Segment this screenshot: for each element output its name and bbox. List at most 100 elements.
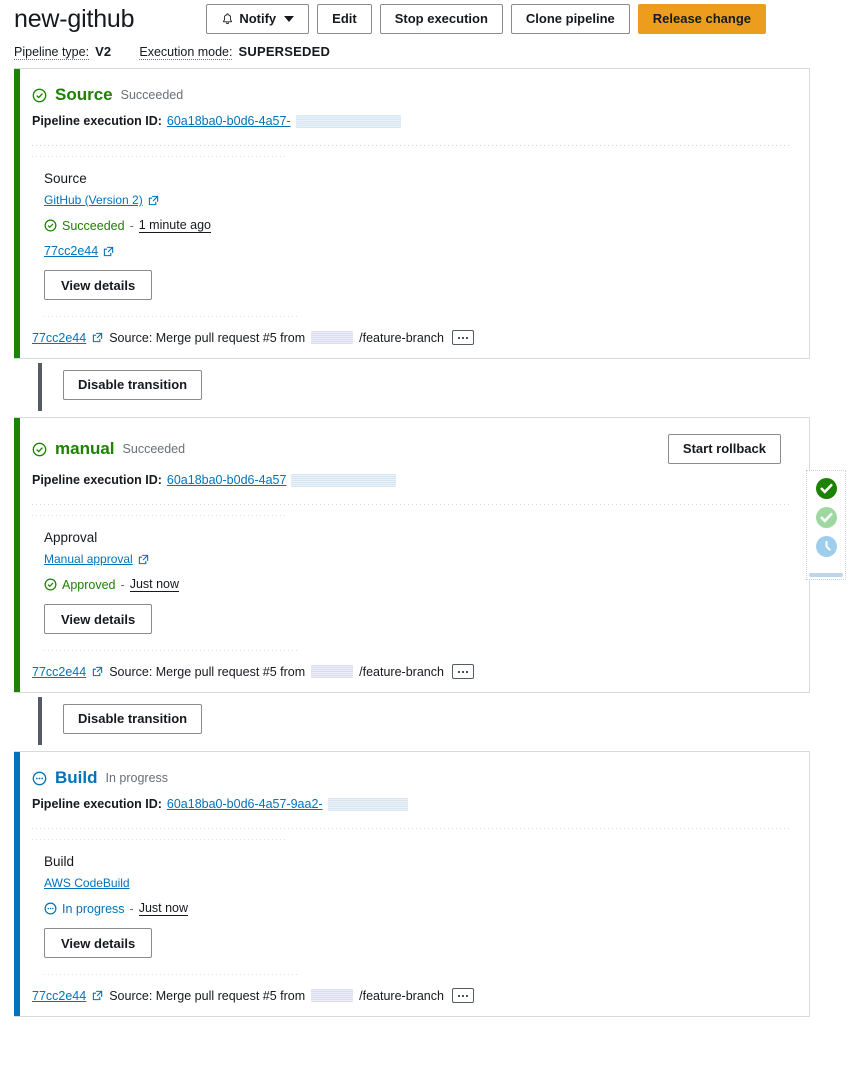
action-name: Source	[44, 171, 87, 186]
footer-message-suffix: /feature-branch	[359, 330, 444, 345]
overflow-menu-button[interactable]	[451, 330, 474, 345]
execution-mode-label[interactable]: Execution mode:	[139, 45, 233, 60]
action-status-text: In progress	[62, 901, 125, 916]
divider-short	[44, 974, 299, 975]
pipeline-type-label[interactable]: Pipeline type:	[14, 45, 90, 60]
footer-commit-link[interactable]: 77cc2e44	[32, 331, 86, 345]
minimap-dot-succeeded[interactable]	[815, 478, 837, 499]
overflow-menu-button[interactable]	[451, 988, 474, 1003]
action-approval: Approval Manual approval Approved - Just…	[14, 530, 809, 651]
pipeline-detail-page: new-github Notify Edit Stop execution Cl…	[0, 0, 868, 1088]
stage-title-line: Build In progress	[32, 768, 791, 788]
redacted-execution-id	[295, 114, 401, 128]
stage-footer-build: 77cc2e44 Source: Merge pull request #5 f…	[14, 975, 809, 1016]
edit-button[interactable]: Edit	[317, 4, 372, 34]
transition-line	[38, 697, 42, 745]
view-details-button[interactable]: View details	[44, 270, 153, 300]
circle-check-icon	[32, 88, 47, 102]
action-timestamp[interactable]: Just now	[129, 577, 180, 592]
action-timestamp[interactable]: Just now	[138, 901, 189, 916]
minimap-dot-in-progress[interactable]	[815, 536, 837, 557]
execution-id-label: Pipeline execution ID:	[32, 473, 162, 487]
stop-execution-button[interactable]: Stop execution	[379, 4, 503, 34]
notify-button-label: Notify	[239, 11, 277, 26]
transition-source-to-manual: Disable transition	[14, 359, 868, 417]
external-link-icon	[148, 195, 158, 205]
pipeline-meta: Pipeline type: V2 Execution mode: SUPERS…	[0, 34, 868, 60]
chevron-down-icon	[284, 16, 295, 22]
circle-check-icon	[44, 219, 57, 232]
clone-pipeline-button[interactable]: Clone pipeline	[510, 4, 630, 34]
divider	[32, 504, 791, 505]
action-provider: Manual approval	[44, 552, 791, 566]
divider	[32, 828, 791, 829]
footer-message-suffix: /feature-branch	[359, 664, 444, 679]
disable-transition-button[interactable]: Disable transition	[63, 704, 203, 734]
external-link-icon	[138, 554, 148, 564]
action-provider-link[interactable]: GitHub (Version 2)	[44, 193, 143, 207]
page-title: new-github	[14, 4, 135, 33]
divider-inner	[32, 839, 287, 840]
external-link-icon	[104, 246, 114, 256]
stage-card-source: Source Succeeded Pipeline execution ID: …	[14, 68, 810, 359]
circle-ellipsis-in-progress-icon	[32, 771, 47, 785]
overflow-menu-button[interactable]	[451, 664, 474, 679]
footer-message-suffix: /feature-branch	[359, 988, 444, 1003]
action-build: Build AWS CodeBuild In progress - Just n…	[14, 854, 809, 975]
divider-short	[44, 316, 299, 317]
action-name: Build	[44, 854, 75, 869]
action-provider-link[interactable]: AWS CodeBuild	[44, 876, 130, 890]
start-rollback-button[interactable]: Start rollback	[667, 434, 781, 464]
execution-id-label: Pipeline execution ID:	[32, 114, 162, 128]
stage-card-build: Build In progress Pipeline execution ID:…	[14, 751, 810, 1017]
page-header: new-github Notify Edit Stop execution Cl…	[0, 0, 868, 34]
execution-id-link[interactable]: 60a18ba0-b0d6-4a57	[167, 473, 287, 487]
footer-message-prefix: Source: Merge pull request #5 from	[109, 664, 306, 679]
circle-check-icon	[44, 578, 57, 591]
execution-id-link[interactable]: 60a18ba0-b0d6-4a57-	[167, 114, 291, 128]
check-icon	[819, 512, 833, 523]
redacted-username	[311, 989, 354, 1002]
external-link-icon	[93, 332, 103, 343]
view-details-button[interactable]: View details	[44, 604, 153, 634]
stage-header-manual: manual Succeeded Start rollback Pipeline…	[14, 418, 809, 516]
view-details-button[interactable]: View details	[44, 928, 153, 958]
stage-name: Source	[55, 85, 113, 104]
progress-icon	[825, 541, 831, 551]
action-status-row: In progress - Just now	[44, 901, 791, 916]
disable-transition-button[interactable]: Disable transition	[63, 370, 203, 400]
action-provider: AWS CodeBuild	[44, 876, 791, 890]
pipeline-minimap[interactable]	[806, 470, 846, 580]
header-actions: Notify Edit Stop execution Clone pipelin…	[206, 4, 767, 34]
execution-id-link[interactable]: 60a18ba0-b0d6-4a57-9aa2-	[167, 797, 323, 811]
divider-inner	[32, 515, 287, 516]
execution-id-row: Pipeline execution ID: 60a18ba0-b0d6-4a5…	[32, 114, 791, 128]
minimap-dot-succeeded-dim[interactable]	[815, 507, 837, 528]
action-status-text: Approved	[62, 577, 116, 592]
execution-mode-value: SUPERSEDED	[238, 44, 331, 59]
action-provider: GitHub (Version 2)	[44, 193, 791, 207]
stage-footer-source: 77cc2e44 Source: Merge pull request #5 f…	[14, 317, 809, 358]
action-provider-link[interactable]: Manual approval	[44, 552, 133, 566]
stage-name: Build	[55, 768, 98, 787]
notify-button[interactable]: Notify	[206, 4, 310, 34]
check-icon	[819, 483, 833, 494]
execution-id-label: Pipeline execution ID:	[32, 797, 162, 811]
footer-commit-link[interactable]: 77cc2e44	[32, 989, 86, 1003]
stage-header-source: Source Succeeded Pipeline execution ID: …	[14, 69, 809, 157]
stage-header-build: Build In progress Pipeline execution ID:…	[14, 752, 809, 840]
minimap-scrollbar[interactable]	[809, 573, 843, 577]
stage-list: Source Succeeded Pipeline execution ID: …	[0, 68, 868, 1017]
footer-message-prefix: Source: Merge pull request #5 from	[109, 988, 306, 1003]
commit-link[interactable]: 77cc2e44	[44, 244, 98, 258]
action-status-row: Approved - Just now	[44, 577, 791, 592]
action-status-row: Succeeded - 1 minute ago	[44, 218, 791, 233]
status-separator: -	[129, 218, 134, 233]
release-change-button[interactable]: Release change	[637, 4, 767, 34]
status-separator: -	[129, 901, 134, 916]
footer-commit-link[interactable]: 77cc2e44	[32, 665, 86, 679]
action-timestamp[interactable]: 1 minute ago	[138, 218, 212, 233]
stage-footer-manual: 77cc2e44 Source: Merge pull request #5 f…	[14, 651, 809, 692]
bell-icon	[223, 13, 233, 25]
stage-card-manual: manual Succeeded Start rollback Pipeline…	[14, 417, 810, 693]
